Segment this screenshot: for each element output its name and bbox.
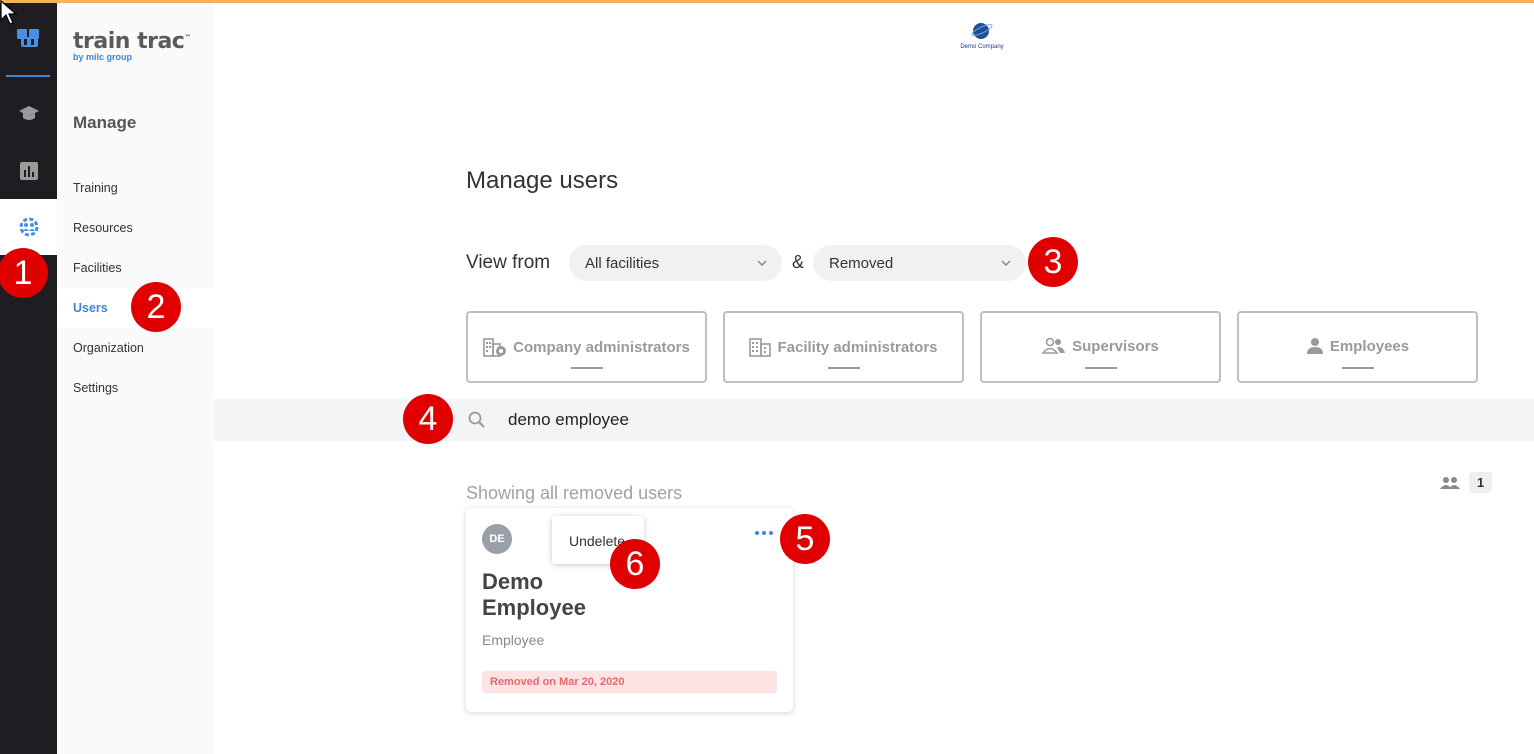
supervisors-icon xyxy=(1042,337,1066,354)
results-heading: Showing all removed users xyxy=(466,483,683,503)
company-name: Demo Company xyxy=(960,44,1004,50)
manage-sidebar: train trac™ by milc group Manage Trainin… xyxy=(57,3,214,754)
removed-badge: Removed on Mar 20, 2020 xyxy=(482,671,777,693)
view-from-label: View from xyxy=(466,252,551,273)
facility-select[interactable]: All facilities xyxy=(569,245,782,281)
tab-underline xyxy=(571,367,603,369)
bar-chart-icon xyxy=(19,162,38,180)
mouse-cursor-icon xyxy=(0,0,18,25)
brand-name: train trac™ xyxy=(73,29,191,54)
tab-label: Facility administrators xyxy=(777,338,938,356)
tab-label: Company administrators xyxy=(513,338,690,356)
reports-rail-item[interactable] xyxy=(0,143,57,199)
manage-rail-item[interactable] xyxy=(0,199,57,255)
search-icon xyxy=(468,411,485,428)
sidebar-item-resources[interactable]: Resources xyxy=(57,208,214,248)
manage-gear-people-icon xyxy=(19,217,38,237)
search-input[interactable]: demo employee xyxy=(508,410,629,430)
company-admin-icon xyxy=(483,338,507,357)
person-icon xyxy=(1306,338,1323,354)
sidebar-item-organization[interactable]: Organization xyxy=(57,328,214,368)
tab-label: Supervisors xyxy=(1072,337,1159,355)
sidebar-item-training[interactable]: Training xyxy=(57,168,214,208)
user-role: Employee xyxy=(482,632,545,648)
ampersand-label: & xyxy=(792,252,805,272)
callout-badge: 6 xyxy=(610,539,660,589)
callout-badge: 4 xyxy=(403,394,453,444)
top-accent-line xyxy=(0,0,1534,3)
tab-employees[interactable]: Employees xyxy=(1237,311,1478,383)
train-trac-logo-icon xyxy=(17,29,39,47)
sidebar-item-settings[interactable]: Settings xyxy=(57,368,214,408)
chevron-down-icon xyxy=(757,260,767,266)
callout-badge: 3 xyxy=(1028,237,1078,287)
training-rail-item[interactable] xyxy=(0,86,57,142)
tab-company-administrators[interactable]: Company administrators xyxy=(466,311,707,383)
status-select[interactable]: Removed xyxy=(813,245,1026,281)
user-count: 1 xyxy=(1440,472,1493,493)
chevron-down-icon xyxy=(1001,260,1011,266)
sidebar-item-facilities[interactable]: Facilities xyxy=(57,248,214,288)
callout-badge: 5 xyxy=(780,514,830,564)
callout-badge: 1 xyxy=(0,248,48,298)
tab-supervisors[interactable]: Supervisors xyxy=(980,311,1221,383)
company-logo: Demo Company xyxy=(957,21,1007,50)
people-icon xyxy=(1440,476,1460,489)
status-select-value: Removed xyxy=(829,254,894,272)
page-title: Manage users xyxy=(466,167,619,194)
tab-underline xyxy=(828,367,860,369)
tab-facility-administrators[interactable]: Facility administrators xyxy=(723,311,964,383)
brand: train trac™ by milc group xyxy=(73,29,191,62)
graduation-cap-icon xyxy=(18,106,39,120)
tab-label: Employees xyxy=(1329,337,1410,355)
tab-underline xyxy=(1342,367,1374,369)
sidebar-title: Manage xyxy=(73,113,137,132)
building-icon xyxy=(749,338,772,357)
user-count-value: 1 xyxy=(1469,472,1493,493)
icon-rail xyxy=(0,3,57,754)
trademark: ™ xyxy=(184,33,191,42)
facility-select-value: All facilities xyxy=(585,254,660,272)
app-logo[interactable] xyxy=(6,21,50,77)
tab-underline xyxy=(1085,367,1117,369)
more-options-icon[interactable] xyxy=(754,530,774,536)
callout-badge: 2 xyxy=(131,282,181,332)
avatar: DE xyxy=(482,524,512,554)
company-globe-icon xyxy=(971,23,993,39)
